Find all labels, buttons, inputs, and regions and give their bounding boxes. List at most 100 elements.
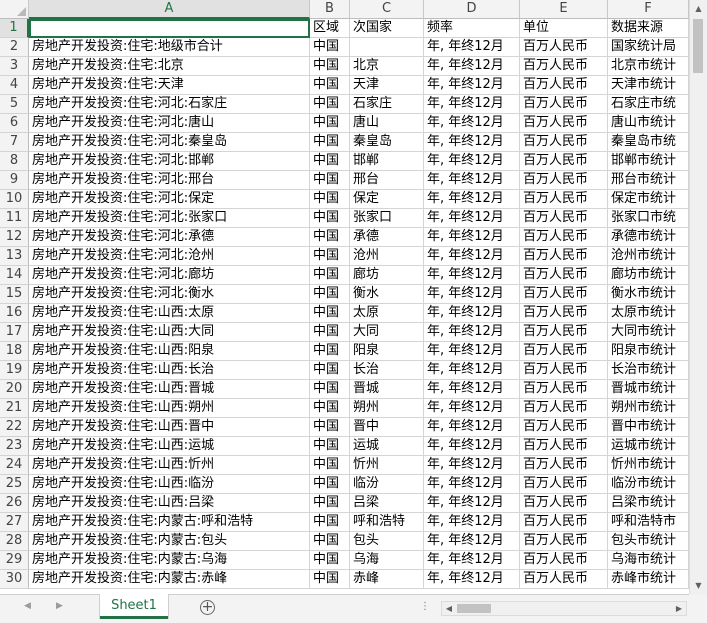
cell-b[interactable]: 中国 (310, 190, 350, 209)
cell-c[interactable]: 邢台 (350, 171, 424, 190)
scroll-left-icon[interactable]: ◀ (442, 602, 456, 615)
cell-a[interactable]: 房地产开发投资:住宅:北京 (29, 57, 310, 76)
cell-e[interactable]: 百万人民币 (520, 152, 608, 171)
cell-a[interactable]: 房地产开发投资:住宅:河北:邯郸 (29, 152, 310, 171)
cell-e[interactable]: 百万人民币 (520, 456, 608, 475)
cell-f[interactable]: 北京市统计 (608, 57, 689, 76)
cell-a[interactable]: 房地产开发投资:住宅:河北:承德 (29, 228, 310, 247)
cell-a[interactable]: 房地产开发投资:住宅:内蒙古:乌海 (29, 551, 310, 570)
cell-e[interactable]: 百万人民币 (520, 171, 608, 190)
cell-a[interactable]: 房地产开发投资:住宅:内蒙古:呼和浩特 (29, 513, 310, 532)
cell-b[interactable]: 中国 (310, 532, 350, 551)
cell-e[interactable]: 百万人民币 (520, 133, 608, 152)
horizontal-scrollbar[interactable]: ◀ ▶ (441, 601, 687, 616)
column-header-c[interactable]: C (350, 0, 424, 19)
cell-e[interactable]: 百万人民币 (520, 38, 608, 57)
cell-d[interactable]: 年, 年终12月 (424, 475, 520, 494)
cell-b[interactable]: 中国 (310, 209, 350, 228)
row-number[interactable]: 23 (0, 437, 29, 456)
cell-b[interactable]: 中国 (310, 247, 350, 266)
cell-f[interactable]: 保定市统计 (608, 190, 689, 209)
cell-f[interactable]: 张家口市统 (608, 209, 689, 228)
cell-a[interactable]: 房地产开发投资:住宅:河北:石家庄 (29, 95, 310, 114)
row-number[interactable]: 6 (0, 114, 29, 133)
cell-b[interactable]: 中国 (310, 456, 350, 475)
cell-f[interactable]: 包头市统计 (608, 532, 689, 551)
cell-d[interactable]: 年, 年终12月 (424, 228, 520, 247)
cell-a[interactable]: 房地产开发投资:住宅:山西:临汾 (29, 475, 310, 494)
cell-f[interactable]: 太原市统计 (608, 304, 689, 323)
cell-e[interactable]: 百万人民币 (520, 494, 608, 513)
row-number[interactable]: 26 (0, 494, 29, 513)
column-header-b[interactable]: B (310, 0, 350, 19)
cell-d[interactable]: 年, 年终12月 (424, 114, 520, 133)
column-header-f[interactable]: F (608, 0, 689, 19)
cell-a[interactable]: 房地产开发投资:住宅:河北:邢台 (29, 171, 310, 190)
cell-b[interactable]: 中国 (310, 323, 350, 342)
cell-f[interactable]: 朔州市统计 (608, 399, 689, 418)
cell-a[interactable]: 房地产开发投资:住宅:河北:廊坊 (29, 266, 310, 285)
cell-a[interactable]: 房地产开发投资:住宅:山西:阳泉 (29, 342, 310, 361)
cell-d[interactable]: 年, 年终12月 (424, 38, 520, 57)
cell-f[interactable]: 阳泉市统计 (608, 342, 689, 361)
cell-c[interactable]: 忻州 (350, 456, 424, 475)
cell-b[interactable]: 中国 (310, 418, 350, 437)
row-number[interactable]: 13 (0, 247, 29, 266)
cell-f[interactable]: 晋中市统计 (608, 418, 689, 437)
cell-c[interactable]: 秦皇岛 (350, 133, 424, 152)
row-number[interactable]: 9 (0, 171, 29, 190)
cell-b[interactable]: 中国 (310, 361, 350, 380)
cell-c[interactable]: 赤峰 (350, 570, 424, 589)
cell-a[interactable]: 房地产开发投资:住宅:河北:衡水 (29, 285, 310, 304)
cell-f1[interactable]: 数据来源 (608, 19, 689, 38)
row-number[interactable]: 14 (0, 266, 29, 285)
cell-f[interactable]: 衡水市统计 (608, 285, 689, 304)
cell-d1[interactable]: 频率 (424, 19, 520, 38)
cell-e[interactable]: 百万人民币 (520, 323, 608, 342)
cell-c[interactable]: 乌海 (350, 551, 424, 570)
cell-d[interactable]: 年, 年终12月 (424, 209, 520, 228)
row-number[interactable]: 11 (0, 209, 29, 228)
cell-b[interactable]: 中国 (310, 399, 350, 418)
cell-e[interactable]: 百万人民币 (520, 76, 608, 95)
cell-f[interactable]: 忻州市统计 (608, 456, 689, 475)
cell-d[interactable]: 年, 年终12月 (424, 399, 520, 418)
cell-a[interactable]: 房地产开发投资:住宅:山西:吕梁 (29, 494, 310, 513)
cell-f[interactable]: 沧州市统计 (608, 247, 689, 266)
cell-b[interactable]: 中国 (310, 494, 350, 513)
cell-b[interactable]: 中国 (310, 95, 350, 114)
row-number[interactable]: 24 (0, 456, 29, 475)
cell-d[interactable]: 年, 年终12月 (424, 418, 520, 437)
cell-c[interactable]: 承德 (350, 228, 424, 247)
cell-b[interactable]: 中国 (310, 152, 350, 171)
row-number[interactable]: 3 (0, 57, 29, 76)
row-number[interactable]: 7 (0, 133, 29, 152)
cell-c[interactable]: 呼和浩特 (350, 513, 424, 532)
cell-d[interactable]: 年, 年终12月 (424, 95, 520, 114)
cell-c[interactable]: 邯郸 (350, 152, 424, 171)
cell-a[interactable]: 房地产开发投资:住宅:河北:唐山 (29, 114, 310, 133)
cell-c[interactable]: 吕梁 (350, 494, 424, 513)
cell-c1[interactable]: 次国家 (350, 19, 424, 38)
cell-c[interactable]: 大同 (350, 323, 424, 342)
cell-b[interactable]: 中国 (310, 304, 350, 323)
cell-b[interactable]: 中国 (310, 266, 350, 285)
cell-d[interactable]: 年, 年终12月 (424, 532, 520, 551)
cell-d[interactable]: 年, 年终12月 (424, 342, 520, 361)
cell-f[interactable]: 承德市统计 (608, 228, 689, 247)
cell-b[interactable]: 中国 (310, 570, 350, 589)
cell-e1[interactable]: 单位 (520, 19, 608, 38)
cell-f[interactable]: 石家庄市统 (608, 95, 689, 114)
row-number[interactable]: 10 (0, 190, 29, 209)
cell-e[interactable]: 百万人民币 (520, 570, 608, 589)
cell-c[interactable]: 太原 (350, 304, 424, 323)
cell-c[interactable] (350, 38, 424, 57)
cell-d[interactable]: 年, 年终12月 (424, 171, 520, 190)
cell-b1[interactable]: 区域 (310, 19, 350, 38)
cell-b[interactable]: 中国 (310, 171, 350, 190)
cell-d[interactable]: 年, 年终12月 (424, 247, 520, 266)
cell-b[interactable]: 中国 (310, 228, 350, 247)
cell-e[interactable]: 百万人民币 (520, 114, 608, 133)
row-number[interactable]: 29 (0, 551, 29, 570)
cell-a[interactable]: 房地产开发投资:住宅:山西:长治 (29, 361, 310, 380)
